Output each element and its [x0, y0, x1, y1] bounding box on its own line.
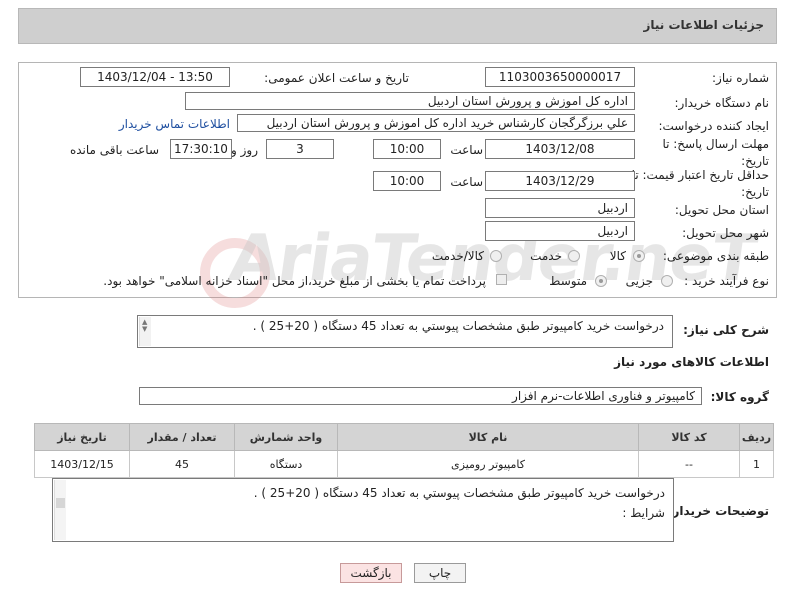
price-validity-label: حداقل تاریخ اعتبار قیمت: تا تاریخ:	[631, 168, 769, 199]
description-scrollbar[interactable]: ▲ ▼	[139, 317, 151, 346]
creator-label: ایجاد کننده درخواست:	[658, 119, 769, 133]
remaining-label: ساعت باقی مانده	[69, 143, 159, 157]
buyer-notes-line1: درخواست خريد كامپيوتر طبق مشخصات پيوستي …	[253, 486, 665, 500]
description-label: شرح کلی نیاز:	[683, 323, 769, 337]
goods-table: ردیف کد کالا نام کالا واحد شمارش تعداد /…	[34, 423, 774, 478]
buyer-org-label: نام دستگاه خریدار:	[674, 96, 770, 110]
buyer-notes-textarea[interactable]: درخواست خريد كامپيوتر طبق مشخصات پيوستي …	[52, 478, 674, 542]
cell-code: --	[638, 450, 740, 478]
category-goods-radio[interactable]	[633, 250, 645, 262]
goods-group-field[interactable]: کامپیوتر و فناوری اطلاعات-نرم افزار	[139, 387, 702, 405]
need-number-field[interactable]: 1103003650000017	[485, 67, 635, 87]
col-name-header: نام کالا	[337, 423, 639, 451]
col-unit-header: واحد شمارش	[234, 423, 338, 451]
price-date-field[interactable]: 1403/12/29	[485, 171, 635, 191]
creator-field[interactable]: علي برزگرگجان کارشناس خريد اداره كل اموز…	[237, 114, 635, 132]
payment-note: پرداخت تمام یا بخشی از مبلغ خرید،از محل …	[103, 274, 486, 288]
buyer-notes-scrollbar[interactable]	[54, 480, 66, 540]
scroll-thumb[interactable]	[56, 498, 65, 508]
back-button[interactable]: بازگشت	[340, 563, 402, 583]
province-field[interactable]: اردبیل	[485, 198, 635, 218]
price-time-label: ساعت	[450, 175, 483, 189]
col-row-header: ردیف	[739, 423, 774, 451]
price-time-field[interactable]: 10:00	[373, 171, 441, 191]
page-header: جزئیات اطلاعات نیاز	[18, 8, 777, 44]
contact-link[interactable]: اطلاعات تماس خریدار	[119, 116, 230, 132]
scroll-down-icon: ▼	[142, 325, 148, 333]
announce-field[interactable]: 1403/12/04 - 13:50	[80, 67, 230, 87]
cell-unit: دستگاه	[234, 450, 338, 478]
col-code-header: کد کالا	[638, 423, 740, 451]
col-date-header: تاریخ نیاز	[34, 423, 130, 451]
goods-group-label: گروه کالا:	[710, 390, 769, 404]
process-partial-radio[interactable]	[661, 275, 673, 287]
buyer-org-field[interactable]: اداره کل اموزش و پرورش استان اردبیل	[185, 92, 635, 110]
province-label: استان محل تحویل:	[674, 203, 769, 217]
process-label: نوع فرآیند خرید :	[684, 274, 769, 288]
description-textarea[interactable]: درخواست خريد كامپيوتر طبق مشخصات پيوستي …	[137, 315, 673, 348]
remaining-time-field[interactable]: 17:30:10	[170, 139, 232, 159]
buyer-notes-line2: شرایط :	[622, 506, 665, 520]
city-label: شهر محل تحویل:	[682, 226, 769, 240]
process-partial-label: جزیی	[625, 274, 653, 288]
days-field[interactable]: 3	[266, 139, 334, 159]
col-qty-header: تعداد / مقدار	[129, 423, 235, 451]
goods-section-title: اطلاعات کالاهای مورد نیاز	[614, 355, 769, 369]
print-button[interactable]: چاپ	[414, 563, 466, 583]
category-goods-label: کالا	[609, 249, 626, 263]
announce-label: تاریخ و ساعت اعلان عمومی:	[264, 71, 409, 85]
deadline-date-field[interactable]: 1403/12/08	[485, 139, 635, 159]
cell-row: 1	[739, 450, 774, 478]
deadline-time-label: ساعت	[450, 143, 483, 157]
description-text: درخواست خريد كامپيوتر طبق مشخصات پيوستي …	[252, 319, 664, 333]
category-service-label: خدمت	[530, 249, 562, 263]
deadline-time-field[interactable]: 10:00	[373, 139, 441, 159]
city-field[interactable]: اردبیل	[485, 221, 635, 241]
category-both-radio[interactable]	[490, 250, 502, 262]
cell-date: 1403/12/15	[34, 450, 130, 478]
table-row: 1 -- کامپیوتر رومیزی دستگاه 45 1403/12/1…	[34, 450, 774, 478]
cell-qty: 45	[129, 450, 235, 478]
category-both-label: کالا/خدمت	[431, 249, 484, 263]
days-label: روز و	[231, 143, 258, 157]
process-medium-label: متوسط	[549, 274, 587, 288]
category-service-radio[interactable]	[568, 250, 580, 262]
process-medium-radio[interactable]	[595, 275, 607, 287]
category-label: طبقه بندی موضوعی:	[662, 249, 769, 263]
cell-name: کامپیوتر رومیزی	[337, 450, 639, 478]
need-number-label: شماره نیاز:	[712, 71, 769, 85]
page-title: جزئیات اطلاعات نیاز	[643, 18, 764, 32]
payment-checkbox[interactable]	[496, 274, 507, 285]
deadline-label: مهلت ارسال پاسخ: تا تاریخ:	[662, 137, 769, 168]
buyer-notes-label: توضیحات خریدار:	[667, 504, 769, 518]
